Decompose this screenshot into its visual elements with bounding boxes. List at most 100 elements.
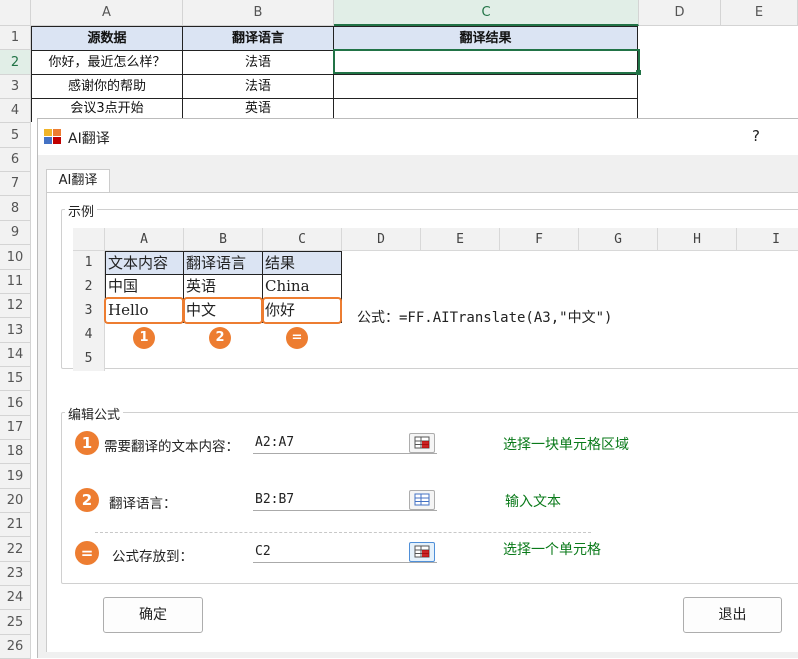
row-header[interactable]: 12 xyxy=(0,294,31,318)
example-badge-equals: = xyxy=(286,327,308,349)
example-cell-c1: 结果 xyxy=(263,251,342,275)
select-all-corner[interactable] xyxy=(0,0,31,26)
row-header[interactable]: 22 xyxy=(0,537,31,562)
row-header[interactable]: 17 xyxy=(0,416,31,440)
row-header[interactable]: 25 xyxy=(0,610,31,635)
active-cell-outline xyxy=(333,49,640,74)
help-button[interactable]: ? xyxy=(752,127,760,145)
text-range-picker-button[interactable] xyxy=(409,433,435,453)
output-cell-hint: 选择一个单元格 xyxy=(503,542,601,558)
text-range-hint: 选择一块单元格区域 xyxy=(503,437,629,453)
cell-a4[interactable]: 会议3点开始 xyxy=(32,99,183,119)
exit-button[interactable]: 退出 xyxy=(683,597,782,633)
table-icon xyxy=(410,493,434,513)
cell-b4[interactable]: 英语 xyxy=(183,99,334,119)
highlight-text-box xyxy=(104,297,184,324)
row-header[interactable]: 24 xyxy=(0,586,31,610)
example-row-header: 2 xyxy=(73,275,105,299)
row-header[interactable]: 5 xyxy=(0,123,31,148)
field-badge-equals: = xyxy=(75,541,99,565)
cell-b3[interactable]: 法语 xyxy=(183,75,334,99)
ok-button[interactable]: 确定 xyxy=(103,597,203,633)
example-row-header: 4 xyxy=(73,323,105,347)
output-cell-picker-button[interactable] xyxy=(409,542,435,562)
cell-c4[interactable] xyxy=(334,99,638,119)
example-cell-c2: China xyxy=(263,275,342,299)
column-header-b[interactable]: B xyxy=(183,0,334,26)
example-row-header: 5 xyxy=(73,347,105,371)
example-column-header: I xyxy=(737,228,798,251)
language-hint: 输入文本 xyxy=(505,494,561,510)
highlight-result-box xyxy=(262,297,342,324)
row-header[interactable]: 18 xyxy=(0,440,31,464)
example-cell-a2: 中国 xyxy=(105,275,184,299)
header-target-language[interactable]: 翻译语言 xyxy=(183,27,334,51)
output-cell-label: 公式存放到： xyxy=(112,549,193,565)
field-badge-2: 2 xyxy=(75,488,99,512)
row-header[interactable]: 3 xyxy=(0,75,31,99)
text-range-label: 需要翻译的文本内容： xyxy=(104,439,239,455)
example-formula: 公式：=FF.AITranslate(A3,"中文") xyxy=(357,310,613,326)
example-cell-b1: 翻译语言 xyxy=(184,251,263,275)
example-column-header: B xyxy=(184,228,263,251)
row-header[interactable]: 14 xyxy=(0,343,31,367)
dialog-title: AI翻译 xyxy=(68,131,110,147)
row-header[interactable]: 1 xyxy=(0,26,31,50)
language-label: 翻译语言： xyxy=(109,496,177,512)
example-column-header: A xyxy=(105,228,184,251)
row-header[interactable]: 4 xyxy=(0,99,31,123)
example-row-header: 3 xyxy=(73,299,105,323)
example-group-label: 示例 xyxy=(65,201,98,220)
example-column-header: C xyxy=(263,228,342,251)
header-source-data[interactable]: 源数据 xyxy=(32,27,183,51)
range-select-icon xyxy=(410,545,434,565)
header-translation-result[interactable]: 翻译结果 xyxy=(334,27,638,51)
row-header[interactable]: 15 xyxy=(0,367,31,391)
field-badge-1: 1 xyxy=(75,431,99,455)
example-column-header: G xyxy=(579,228,658,251)
app-icon xyxy=(44,129,62,145)
row-header[interactable]: 6 xyxy=(0,148,31,172)
row-header[interactable]: 11 xyxy=(0,270,31,294)
highlight-language-box xyxy=(183,297,263,324)
example-cell-a1: 文本内容 xyxy=(105,251,184,275)
row-header[interactable]: 13 xyxy=(0,318,31,343)
row-header[interactable]: 10 xyxy=(0,245,31,270)
separator xyxy=(95,532,591,533)
row-header[interactable]: 9 xyxy=(0,221,31,245)
cell-c3[interactable] xyxy=(334,75,638,99)
example-column-header: F xyxy=(500,228,579,251)
cell-b2[interactable]: 法语 xyxy=(183,51,334,75)
edit-formula-group-label: 编辑公式 xyxy=(65,404,124,423)
cell-a2[interactable]: 你好，最近怎么样？ xyxy=(32,51,183,75)
example-badge-1: 1 xyxy=(133,327,155,349)
row-header[interactable]: 20 xyxy=(0,489,31,513)
example-cell-b2: 英语 xyxy=(184,275,263,299)
example-badge-2: 2 xyxy=(209,327,231,349)
example-corner xyxy=(73,228,105,251)
row-header[interactable]: 21 xyxy=(0,513,31,537)
row-header[interactable]: 16 xyxy=(0,391,31,416)
ai-translate-dialog: AI翻译 ? AI翻译 示例 ABCDEFGHI 12345 文本内容 翻译语言… xyxy=(37,118,798,658)
column-header-c[interactable]: C xyxy=(334,0,639,26)
row-header[interactable]: 7 xyxy=(0,172,31,196)
example-column-header: E xyxy=(421,228,500,251)
column-header-e[interactable]: E xyxy=(721,0,798,26)
column-header-a[interactable]: A xyxy=(31,0,183,26)
cell-a3[interactable]: 感谢你的帮助 xyxy=(32,75,183,99)
row-header[interactable]: 19 xyxy=(0,464,31,489)
row-header[interactable]: 26 xyxy=(0,635,31,659)
range-select-icon xyxy=(410,436,434,456)
language-picker-button[interactable] xyxy=(409,490,435,510)
tab-content: 示例 ABCDEFGHI 12345 文本内容 翻译语言 结果 中国 英语 Ch… xyxy=(46,192,798,652)
row-header[interactable]: 23 xyxy=(0,562,31,586)
example-row-header: 1 xyxy=(73,251,105,275)
example-column-header: H xyxy=(658,228,737,251)
row-header[interactable]: 2 xyxy=(0,50,31,75)
dialog-titlebar[interactable]: AI翻译 ? xyxy=(38,119,798,155)
column-header-d[interactable]: D xyxy=(639,0,721,26)
example-sheet: ABCDEFGHI 12345 文本内容 翻译语言 结果 中国 英语 China… xyxy=(73,228,798,371)
example-column-header: D xyxy=(342,228,421,251)
tab-ai-translate[interactable]: AI翻译 xyxy=(46,169,110,193)
row-header[interactable]: 8 xyxy=(0,196,31,221)
